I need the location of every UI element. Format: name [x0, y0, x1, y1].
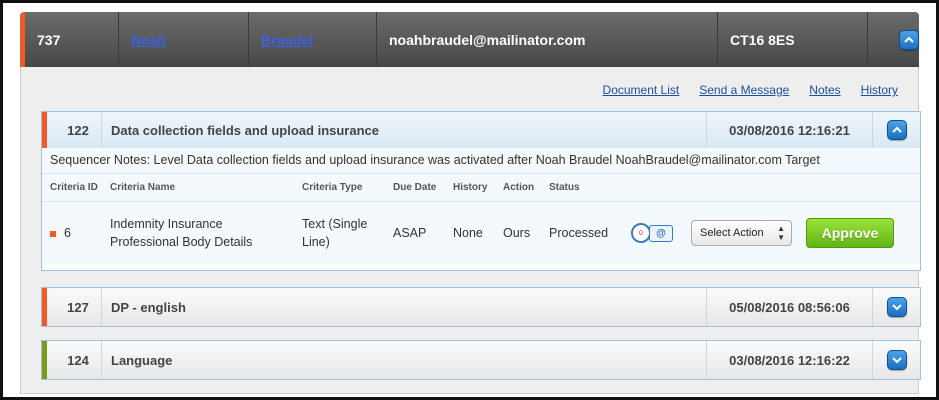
- sequencer-124: 124 Language 03/08/2016 12:16:22: [41, 340, 921, 380]
- status-bullet-icon: [50, 230, 56, 237]
- sequencer-number: 127: [47, 288, 102, 326]
- user-first-name-link[interactable]: Noah: [131, 32, 166, 48]
- sequencer-title: DP - english: [111, 299, 186, 315]
- user-panel: Document List Send a Message Notes Histo…: [20, 67, 921, 394]
- chevron-down-icon: [891, 357, 902, 364]
- user-last-name-link[interactable]: Braudel: [261, 32, 313, 48]
- chevron-up-icon: [891, 126, 902, 133]
- user-postcode: CT16 8ES: [718, 12, 868, 67]
- user-email: noahbraudel@mailinator.com: [377, 12, 718, 67]
- message-count-badge: 0: [631, 223, 651, 243]
- criteria-header-row: Criteria ID Criteria Name Criteria Type …: [42, 174, 920, 202]
- collapse-user-button[interactable]: [898, 29, 919, 50]
- collapse-sequencer-button[interactable]: [886, 120, 907, 140]
- message-icon[interactable]: 0 @: [631, 222, 675, 244]
- document-list-link[interactable]: Document List: [603, 83, 680, 97]
- sequencer-notes: Sequencer Notes: Level Data collection f…: [42, 148, 920, 174]
- sequencer-number: 124: [47, 341, 102, 379]
- criteria-history: None: [453, 226, 483, 240]
- chevron-down-icon: [891, 304, 902, 311]
- col-criteria-id: Criteria ID: [50, 182, 98, 193]
- criteria-status: Processed: [549, 226, 609, 240]
- expand-sequencer-button[interactable]: [886, 350, 907, 370]
- criteria-name-line1: Indemnity Insurance: [110, 217, 223, 231]
- email-icon: @: [649, 225, 673, 242]
- criteria-type-line1: Text (Single: [302, 217, 368, 231]
- criteria-name-line2: Professional Body Details: [110, 235, 253, 249]
- criteria-type-line2: Line): [302, 235, 330, 249]
- sequencer-date: 03/08/2016 12:16:21: [706, 112, 873, 148]
- col-status: Status: [549, 182, 580, 193]
- sequencer-number: 122: [47, 112, 102, 148]
- table-row: 6 Indemnity Insurance Professional Body …: [42, 202, 920, 264]
- col-action: Action: [503, 182, 535, 193]
- history-link[interactable]: History: [861, 83, 898, 97]
- action-select-value: Select Action: [700, 227, 764, 239]
- sequencer-title: Language: [111, 352, 173, 368]
- send-message-link[interactable]: Send a Message: [699, 83, 789, 97]
- criteria-action: Ours: [503, 226, 531, 240]
- notes-link[interactable]: Notes: [809, 83, 840, 97]
- chevron-up-icon: [903, 36, 914, 43]
- action-select[interactable]: Select Action ▲ ▼: [691, 220, 792, 246]
- criteria-id: 6: [64, 226, 71, 240]
- expand-sequencer-button[interactable]: [886, 297, 907, 317]
- user-id: 737: [25, 12, 119, 67]
- sequencer-122: 122 Data collection fields and upload in…: [41, 111, 921, 271]
- sequencer-127: 127 DP - english 05/08/2016 08:56:06: [41, 287, 921, 327]
- sequencer-header[interactable]: 124 Language 03/08/2016 12:16:22: [42, 341, 920, 379]
- sequencer-date: 05/08/2016 08:56:06: [706, 288, 873, 326]
- action-links: Document List Send a Message Notes Histo…: [603, 83, 898, 97]
- col-history: History: [453, 182, 488, 193]
- criteria-due: ASAP: [393, 226, 427, 240]
- sequencer-header[interactable]: 127 DP - english 05/08/2016 08:56:06: [42, 288, 920, 326]
- col-criteria-type: Criteria Type: [302, 182, 363, 193]
- approve-button[interactable]: Approve: [806, 218, 894, 248]
- select-arrows-icon: ▲ ▼: [777, 224, 785, 242]
- sequencer-title: Data collection fields and upload insura…: [111, 122, 379, 138]
- user-header: 737 Noah Braudel noahbraudel@mailinator.…: [20, 12, 919, 67]
- col-criteria-name: Criteria Name: [110, 182, 176, 193]
- sequencer-date: 03/08/2016 12:16:22: [706, 341, 873, 379]
- col-due-date: Due Date: [393, 182, 437, 193]
- sequencer-header[interactable]: 122 Data collection fields and upload in…: [42, 112, 920, 148]
